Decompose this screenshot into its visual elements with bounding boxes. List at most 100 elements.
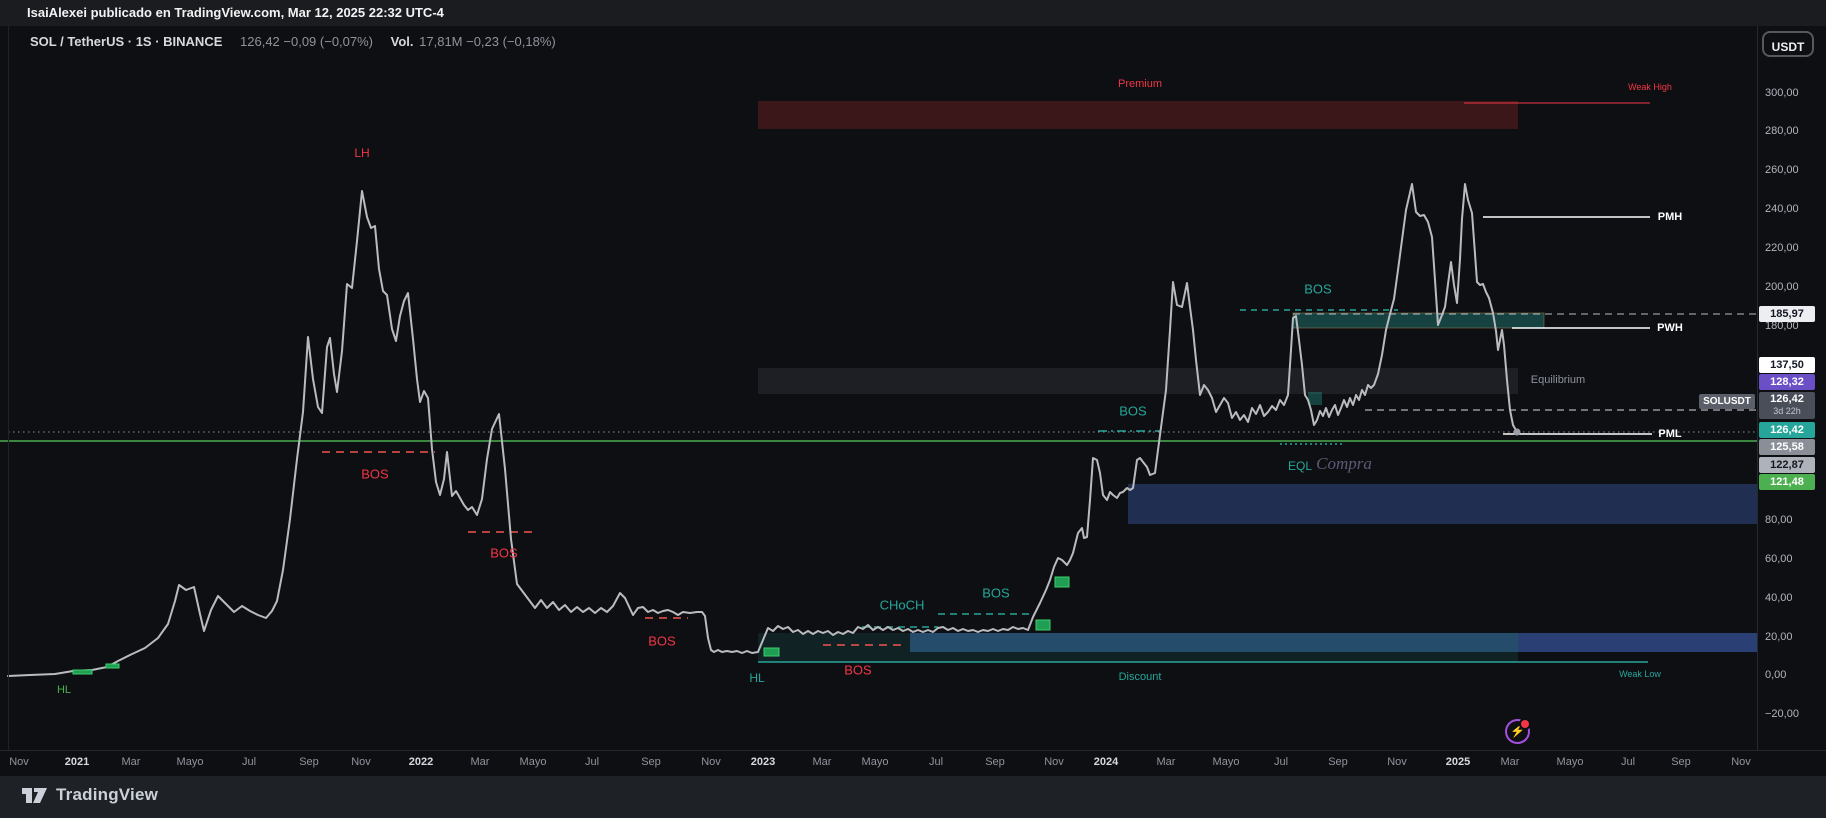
y-axis-tick: 0,00 <box>1765 669 1787 681</box>
x-axis-tick: Mayo <box>519 756 547 768</box>
x-axis-tick: Nov <box>351 756 371 768</box>
label-bos-teal-2: BOS <box>1119 403 1147 419</box>
notification-dot <box>1519 718 1531 730</box>
price-label-185,97: 185,97 <box>1759 306 1815 322</box>
label-bos-teal-3: BOS <box>1304 281 1332 297</box>
demand-box-3 <box>763 647 780 657</box>
x-axis-tick: Mayo <box>176 756 204 768</box>
countdown-time: 3d 22h <box>1773 406 1801 416</box>
x-axis-tick: Jul <box>1620 756 1636 768</box>
y-axis-tick: 200,00 <box>1765 281 1799 293</box>
x-axis-tick: Sep <box>985 756 1005 768</box>
price-label-125,58: 125,58 <box>1759 439 1815 455</box>
equilibrium-zone <box>758 368 1518 394</box>
y-axis-tick: 220,00 <box>1765 242 1799 254</box>
demand-box-1 <box>72 669 93 675</box>
price-label-128,32: 128,32 <box>1759 374 1815 390</box>
x-axis-tick: Mar <box>812 756 832 768</box>
label-bos-red-2: BOS <box>490 545 518 561</box>
demand-box-4 <box>1035 619 1051 631</box>
watermark-compra: Compra <box>1316 454 1372 473</box>
label-lh: LH <box>354 146 370 160</box>
currency-toggle-button[interactable]: USDT <box>1762 31 1814 57</box>
x-axis-tick: Mar <box>1156 756 1176 768</box>
x-axis-tick: Sep <box>641 756 661 768</box>
label-bos-teal-1: BOS <box>982 585 1010 601</box>
x-axis-tick: Jul <box>928 756 944 768</box>
label-hl-1: HL <box>56 684 72 696</box>
countdown-price: 126,42 <box>1770 393 1804 405</box>
x-axis-tick: Nov <box>1044 756 1064 768</box>
x-axis-tick: Mar <box>121 756 141 768</box>
label-pmh: PMH <box>1657 211 1683 223</box>
time-axis[interactable] <box>0 750 1826 777</box>
x-axis-tick: Sep <box>299 756 319 768</box>
y-axis-tick: 40,00 <box>1765 592 1793 604</box>
price-countdown-box: 126,42 3d 22h <box>1759 392 1815 419</box>
chart-canvas <box>0 101 1757 677</box>
price-label-126,42: 126,42 <box>1759 422 1815 438</box>
x-axis-year-tick: 2024 <box>1093 756 1119 768</box>
x-axis-tick: Mar <box>470 756 490 768</box>
label-weak-high: Weak High <box>1628 82 1672 92</box>
price-label-122,87: 122,87 <box>1759 457 1815 473</box>
demand-zone-navy <box>1128 484 1757 524</box>
y-axis-tick: 20,00 <box>1765 631 1793 643</box>
price-change-value: 126,42 −0,09 (−0,07%) <box>240 34 374 49</box>
x-axis-tick: Jul <box>584 756 600 768</box>
price-line <box>7 183 1518 677</box>
label-pwh: PWH <box>1657 322 1683 334</box>
demand-box-5 <box>1054 576 1070 588</box>
label-eql: EQL <box>1287 459 1313 473</box>
x-axis-tick: Mar <box>1500 756 1520 768</box>
x-axis-year-tick: 2021 <box>64 756 90 768</box>
price-scale-separator <box>1757 26 1758 750</box>
tradingview-logo-icon <box>22 787 47 803</box>
label-bos-red-4: BOS <box>844 662 872 678</box>
demand-box-2 <box>105 663 120 669</box>
x-axis-tick: Nov <box>9 756 29 768</box>
label-bos-red-1: BOS <box>361 466 389 482</box>
symbol-countdown-tag: SOLUSDT <box>1699 394 1755 409</box>
x-axis-tick: Nov <box>1387 756 1407 768</box>
volume-value: 17,81M −0,23 (−0,18%) <box>419 34 556 49</box>
x-axis-year-tick: 2025 <box>1445 756 1471 768</box>
premium-zone <box>758 101 1518 129</box>
symbol-title[interactable]: SOL / TetherUS · 1S · BINANCE <box>30 34 222 49</box>
y-axis-tick: 80,00 <box>1765 514 1793 526</box>
y-axis-tick: 280,00 <box>1765 125 1799 137</box>
y-axis-tick: 60,00 <box>1765 553 1793 565</box>
x-axis-tick: Nov <box>1731 756 1751 768</box>
flash-boost-icon[interactable]: ⚡ <box>1505 718 1531 744</box>
label-hl-2: HL <box>749 671 765 685</box>
mini-teal-zone <box>1308 392 1322 405</box>
footer-bar: TradingView <box>0 776 1826 818</box>
chart-left-border <box>8 26 9 776</box>
y-axis-tick: 240,00 <box>1765 203 1799 215</box>
y-axis-tick: 300,00 <box>1765 87 1799 99</box>
label-weak-low: Weak Low <box>1619 669 1661 679</box>
x-axis-tick: Jul <box>1273 756 1289 768</box>
last-price-dot <box>1513 428 1521 436</box>
tradingview-snapshot: IsaiAlexei publicado en TradingView.com,… <box>0 0 1826 818</box>
label-premium: Premium <box>1117 78 1163 90</box>
label-pml: PML <box>1658 428 1682 440</box>
label-equilibrium: Equilibrium <box>1530 374 1586 386</box>
discount-navy-zone <box>1518 633 1757 652</box>
volume-label: Vol. <box>390 34 414 49</box>
x-axis-year-tick: 2023 <box>750 756 776 768</box>
x-axis-tick: Nov <box>701 756 721 768</box>
x-axis-tick: Mayo <box>1212 756 1240 768</box>
x-axis-tick: Mayo <box>1556 756 1584 768</box>
supply-fvg-zone <box>1292 312 1545 329</box>
symbol-legend[interactable]: SOL / TetherUS · 1S · BINANCE 126,42 −0,… <box>30 34 556 49</box>
x-axis-tick: Sep <box>1671 756 1691 768</box>
label-choch: CHoCH <box>879 597 925 613</box>
x-axis-tick: Sep <box>1328 756 1348 768</box>
y-axis-tick: −20,00 <box>1765 708 1799 720</box>
discount-blue-zone <box>910 633 1518 652</box>
price-label-121,48: 121,48 <box>1759 474 1815 490</box>
tradingview-logo[interactable]: TradingView <box>22 785 158 805</box>
x-axis-tick: Jul <box>241 756 257 768</box>
x-axis-year-tick: 2022 <box>408 756 434 768</box>
